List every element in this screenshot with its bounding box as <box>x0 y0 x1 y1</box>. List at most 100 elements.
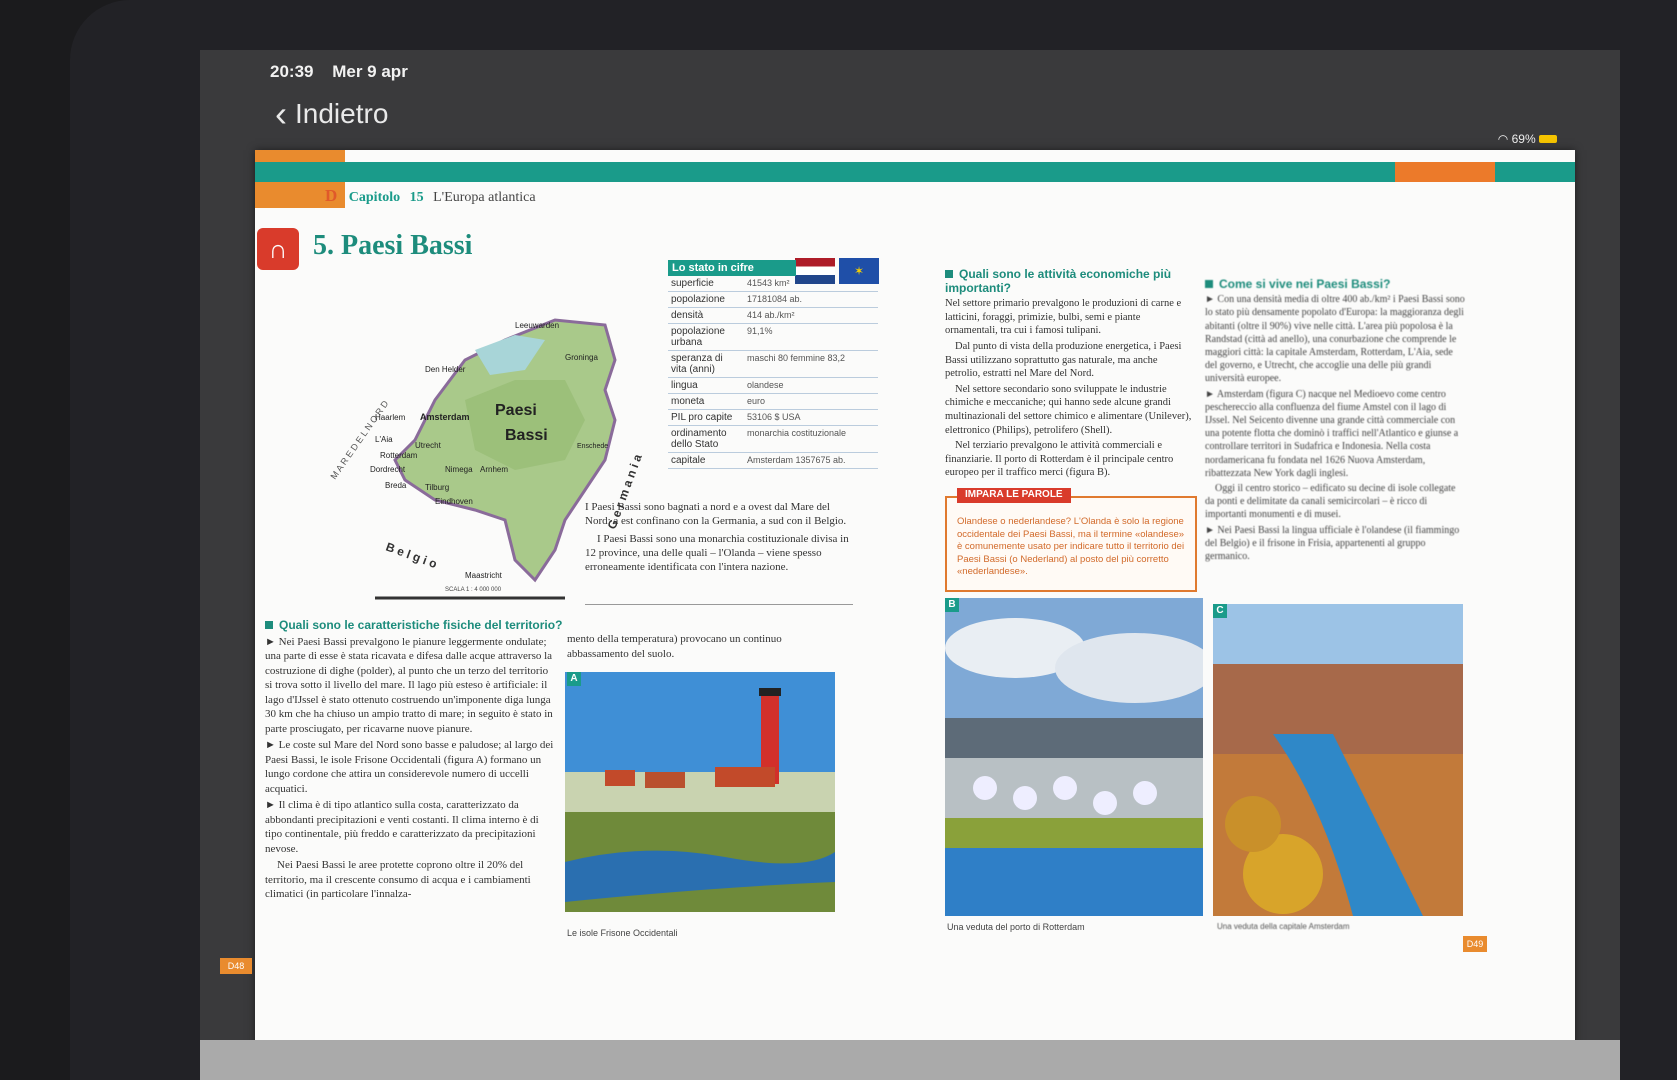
map-city-haarlem: Haarlem <box>375 413 406 422</box>
stats-key: speranza di vita (anni) <box>668 350 744 378</box>
figure-caption: Le isole Frisone Occidentali <box>567 928 678 938</box>
life-section: Come si vive nei Paesi Bassi? ► Con una … <box>1205 277 1465 565</box>
economy-paragraph: Nel settore secondario sono sviluppate l… <box>945 383 1192 436</box>
square-bullet-icon <box>265 621 273 629</box>
stats-value: monarchia costituzionale <box>744 425 878 453</box>
map-city-rotterdam: Rotterdam <box>380 451 418 460</box>
stats-header: Lo stato in cifre <box>668 260 796 276</box>
square-bullet-icon <box>1205 280 1213 288</box>
intro-paragraph: I Paesi Bassi sono bagnati a nord e a ov… <box>585 501 847 527</box>
economy-paragraph: Nel settore primario prevalgono le produ… <box>945 298 1182 337</box>
stats-key: popolazione urbana <box>668 323 744 351</box>
map-city-enschede: Enschede <box>577 443 608 450</box>
table-row: superficie 41543 km² <box>668 276 878 292</box>
figure-badge: A <box>567 672 581 686</box>
audio-icon[interactable]: ∩ <box>257 228 299 270</box>
life-paragraph: ► Nei Paesi Bassi la lingua ufficiale è … <box>1205 524 1460 563</box>
stats-value: Amsterdam 1357675 ab. <box>744 452 878 469</box>
economy-paragraph: Nel terziario prevalgono le attività com… <box>945 440 1174 479</box>
stats-value: 41543 km² <box>744 276 878 292</box>
wifi-icon: ◠ <box>1497 132 1509 146</box>
stats-key: superficie <box>668 276 744 292</box>
life-heading: Come si vive nei Paesi Bassi? <box>1219 277 1391 291</box>
table-row: ordinamento dello Stato monarchia costitu… <box>668 425 878 453</box>
section-title: 5. Paesi Bassi <box>313 230 473 261</box>
photo-amsterdam[interactable] <box>1213 604 1463 916</box>
page-number-left: D48 <box>220 958 252 974</box>
map-city-denhelder: Den Helder <box>425 365 466 374</box>
map-city-groninga: Groninga <box>565 353 598 362</box>
stats-key: capitale <box>668 452 744 469</box>
stats-value: 17181084 ab. <box>744 291 878 308</box>
photo-rotterdam-port[interactable] <box>945 598 1203 916</box>
stats-value: 53106 $ USA <box>744 409 878 426</box>
stats-value: 414 ab./km² <box>744 307 878 324</box>
table-row: capitale Amsterdam 1357675 ab. <box>668 452 878 469</box>
back-label: Indietro <box>295 98 389 129</box>
table-row: densità 414 ab./km² <box>668 307 878 324</box>
figure-caption: Una veduta del porto di Rotterdam <box>947 922 1085 932</box>
table-row: lingua olandese <box>668 377 878 394</box>
chevron-left-icon: ‹ <box>275 93 287 134</box>
chapter-num: 15 <box>409 190 424 205</box>
table-row: PIL pro capite 53106 $ USA <box>668 409 878 426</box>
physical-paragraph: ► Il clima è di tipo atlantico sulla cos… <box>265 799 539 855</box>
map-label-paesi: Paesi <box>495 402 537 419</box>
bottom-bar <box>200 1040 1620 1080</box>
status-time: 20:39 <box>270 62 314 81</box>
back-button[interactable]: ‹ Indietro <box>275 93 389 134</box>
map-city-maastricht: Maastricht <box>465 571 503 580</box>
life-paragraph: ► Amsterdam (figura C) nacque nel Medioe… <box>1205 388 1459 479</box>
stats-value: maschi 80 femmine 83,2 <box>744 350 878 378</box>
map-label-bassi: Bassi <box>505 427 548 444</box>
status-date: Mer 9 apr <box>332 62 408 81</box>
impara-tag: IMPARA LE PAROLE <box>957 488 1071 503</box>
figure-badge: C <box>1213 604 1227 618</box>
map-city-laia: L'Aia <box>375 435 393 444</box>
map-city-leeuwarden: Leeuwarden <box>515 321 559 330</box>
economy-paragraph: Dal punto di vista della produzione ener… <box>945 340 1182 380</box>
stats-value: 91,1% <box>744 323 878 351</box>
impara-le-parole-box: IMPARA LE PAROLE Olandese o nederlandese… <box>945 488 1197 592</box>
map-city-tilburg: Tilburg <box>425 483 449 492</box>
stats-value: olandese <box>744 377 878 394</box>
intro-text: I Paesi Bassi sono bagnati a nord e a ov… <box>585 500 855 574</box>
book-page: D Capitolo 15 L'Europa atlantica ∩ 5. Pa… <box>220 150 1575 1050</box>
stats-key: PIL pro capite <box>668 409 744 426</box>
physical-section: Quali sono le caratteristiche fisiche de… <box>265 618 562 904</box>
figure-caption: Una veduta della capitale Amsterdam <box>1217 922 1350 931</box>
map-scale-label: SCALA 1 : 4 000 000 <box>445 587 502 593</box>
life-paragraph: Oggi il centro storico – edificato su de… <box>1205 483 1456 521</box>
map-city-nimega: Nimega <box>445 465 473 474</box>
map-city-eindhoven: Eindhoven <box>435 497 473 506</box>
stats-key: moneta <box>668 393 744 410</box>
chapter-header: D Capitolo 15 L'Europa atlantica <box>325 186 536 206</box>
chapter-word: Capitolo <box>348 190 401 205</box>
photo-frisian-islands[interactable] <box>565 672 835 912</box>
map-city-arnhem: Arnhem <box>480 465 508 474</box>
chapter-title: L'Europa atlantica <box>433 190 536 205</box>
physical-heading: Quali sono le caratteristiche fisiche de… <box>279 618 563 632</box>
physical-paragraph: ► Le coste sul Mare del Nord sono basse … <box>265 739 554 795</box>
physical-continued: mento della temperatura) provocano un co… <box>567 633 782 660</box>
chapter-band <box>255 162 1575 182</box>
impara-text: Olandese o nederlandese? L'Olanda è solo… <box>957 516 1185 577</box>
intro-paragraph: I Paesi Bassi sono una monarchia costitu… <box>585 533 849 573</box>
stats-key: popolazione <box>668 291 744 308</box>
table-row: popolazione 17181084 ab. <box>668 291 878 308</box>
stats-key: lingua <box>668 377 744 394</box>
stats-key: densità <box>668 307 744 324</box>
physical-paragraph: ► Nei Paesi Bassi prevalgono le pianure … <box>265 635 553 735</box>
battery-icon <box>1539 135 1557 143</box>
table-row: speranza di vita (anni) maschi 80 femmine… <box>668 350 878 378</box>
status-bar: 20:39 Mer 9 apr <box>270 62 422 82</box>
stats-key: ordinamento dello Stato <box>668 425 744 453</box>
map-city-breda: Breda <box>385 481 407 490</box>
economy-section: Quali sono le attività economiche più im… <box>945 267 1195 482</box>
battery-percent: 69% <box>1511 132 1536 146</box>
map-city-dordrecht: Dordrecht <box>370 465 406 474</box>
physical-paragraph: Nei Paesi Bassi le aree protette coprono… <box>265 859 531 900</box>
page-number-right: D49 <box>1463 936 1487 952</box>
map-city-amsterdam: Amsterdam <box>420 412 470 422</box>
map-city-utrecht: Utrecht <box>415 441 442 450</box>
